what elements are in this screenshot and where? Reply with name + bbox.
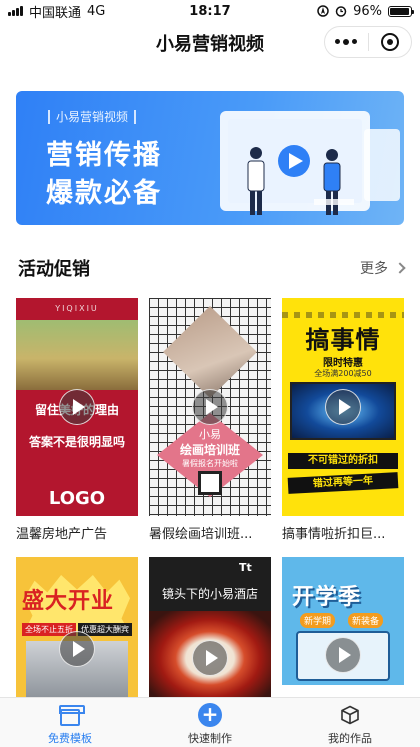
thumbnail-text: 小易 (199, 428, 221, 441)
network-label: 4G (87, 3, 106, 19)
thumbnail-text: 限时特惠 (323, 358, 363, 369)
template-title: 搞事情啦折扣巨... (282, 527, 386, 542)
thumbnail-text: 全场满200减50 (314, 369, 372, 378)
template-thumbnail[interactable]: 搞事情 限时特惠 全场满200减50 不可错过的折扣 错过再等一年 (282, 298, 404, 516)
more-link[interactable]: 更多 (360, 258, 406, 278)
nav-bar: 小易营销视频 (0, 22, 420, 64)
thumbnail-text: 绘画培训班 (179, 443, 240, 457)
chevron-right-icon (394, 262, 406, 274)
cube-icon (338, 703, 362, 727)
thumbnail-text: 答案不是很明显吗 (28, 435, 125, 449)
tab-label: 快速制作 (188, 732, 232, 745)
qr-code-icon (198, 471, 222, 495)
carrier-label: 中国联通 (29, 5, 82, 21)
tab-free-templates[interactable]: 免费模板 (0, 698, 140, 747)
plus-circle-icon: + (198, 703, 222, 727)
play-icon[interactable] (192, 639, 228, 676)
location-icon (317, 5, 329, 17)
thumbnail-headline: 镜头下的小易酒店 (161, 587, 258, 601)
thumbnail-caption: YIQIXIU (55, 304, 99, 313)
template-thumbnail[interactable]: 盛大开业 全场不止五折 优惠超大酬宾 (16, 557, 138, 697)
page: 中国联通 4G 18:17 96% 小易营销视频 小易营销视频 营销传播 爆款必… (0, 0, 420, 747)
alarm-icon (335, 6, 347, 17)
section-title: 活动促销 (18, 259, 90, 280)
template-card[interactable]: 搞事情 限时特惠 全场满200减50 不可错过的折扣 错过再等一年 搞事情啦折扣… (282, 298, 404, 542)
battery-icon (388, 5, 414, 17)
banner-headline-2: 爆款必备 (46, 178, 162, 209)
banner-illustration (220, 111, 400, 215)
thumbnail-logo: LOGO (48, 488, 106, 509)
template-thumbnail[interactable]: 开学季 新学期 新装备 (282, 557, 404, 697)
promo-banner[interactable]: 小易营销视频 营销传播 爆款必备 (16, 91, 404, 225)
template-card[interactable]: 盛大开业 全场不止五折 优惠超大酬宾 (16, 557, 138, 697)
tab-my-works[interactable]: 我的作品 (280, 698, 420, 747)
status-bar: 中国联通 4G 18:17 96% (0, 0, 420, 22)
thumbnail-headline: 盛大开业 (22, 589, 115, 614)
family-photo (16, 320, 138, 390)
template-card[interactable]: YIQIXIU 留住美好的理由 答案不是很明显吗 LOGO 温馨房地产广告 (16, 298, 138, 542)
thumbnail-photo (163, 306, 257, 398)
thumbnail-tag: 新学期 (300, 613, 336, 628)
section-header: 活动促销 更多 (18, 254, 406, 282)
play-icon[interactable] (325, 389, 361, 425)
template-thumbnail[interactable]: 小易 绘画培训班 暑假报名开始啦 (149, 298, 271, 516)
signal-icon (8, 6, 23, 16)
more-menu-button[interactable] (325, 27, 368, 57)
status-left: 中国联通 4G (8, 2, 168, 21)
page-title: 小易营销视频 (156, 34, 264, 55)
thumbnail-headline: 开学季 (292, 585, 362, 610)
banner-tag: 小易营销视频 (48, 110, 137, 124)
thumbnail-stamp: 不可错过的折扣 (288, 453, 398, 469)
more-dots-icon (335, 39, 358, 45)
more-label: 更多 (360, 261, 388, 277)
tab-label: 我的作品 (328, 732, 372, 745)
battery-percent: 96% (353, 3, 382, 19)
thumbnail-stamp: 错过再等一年 (287, 472, 399, 494)
status-right: 96% (252, 3, 414, 19)
template-thumbnail[interactable]: YIQIXIU 留住美好的理由 答案不是很明显吗 LOGO (16, 298, 138, 516)
tab-quick-create[interactable]: + 快速制作 (140, 698, 280, 747)
thumbnail-headline: 搞事情 (305, 326, 381, 354)
mini-program-capsule (324, 26, 412, 58)
template-shop-icon (58, 703, 85, 727)
tab-bar: 免费模板 + 快速制作 我的作品 (0, 697, 420, 747)
thumbnail-text: 暑假报名开始啦 (182, 459, 238, 468)
close-mini-program-button[interactable] (369, 27, 412, 57)
play-icon[interactable] (59, 389, 95, 425)
thumbnail-tag: 新装备 (348, 613, 384, 628)
tab-label: 免费模板 (48, 732, 92, 745)
template-title: 温馨房地产广告 (16, 527, 108, 542)
template-card[interactable]: Tt 镜头下的小易酒店 (149, 557, 271, 697)
template-title: 暑假绘画培训班... (149, 527, 253, 542)
thumbnail-stripe (282, 312, 404, 318)
template-thumbnail[interactable]: Tt 镜头下的小易酒店 (149, 557, 271, 697)
thumbnail-logo: Tt (239, 561, 252, 574)
template-card[interactable]: 小易 绘画培训班 暑假报名开始啦 暑假绘画培训班... (149, 298, 271, 542)
play-icon[interactable] (192, 389, 228, 425)
banner-headline-1: 营销传播 (46, 140, 162, 171)
template-card[interactable]: 开学季 新学期 新装备 (282, 557, 404, 697)
thumbnail-footer (282, 685, 404, 697)
clock: 18:17 (189, 3, 231, 19)
target-icon (380, 33, 399, 51)
play-icon[interactable] (325, 637, 361, 673)
